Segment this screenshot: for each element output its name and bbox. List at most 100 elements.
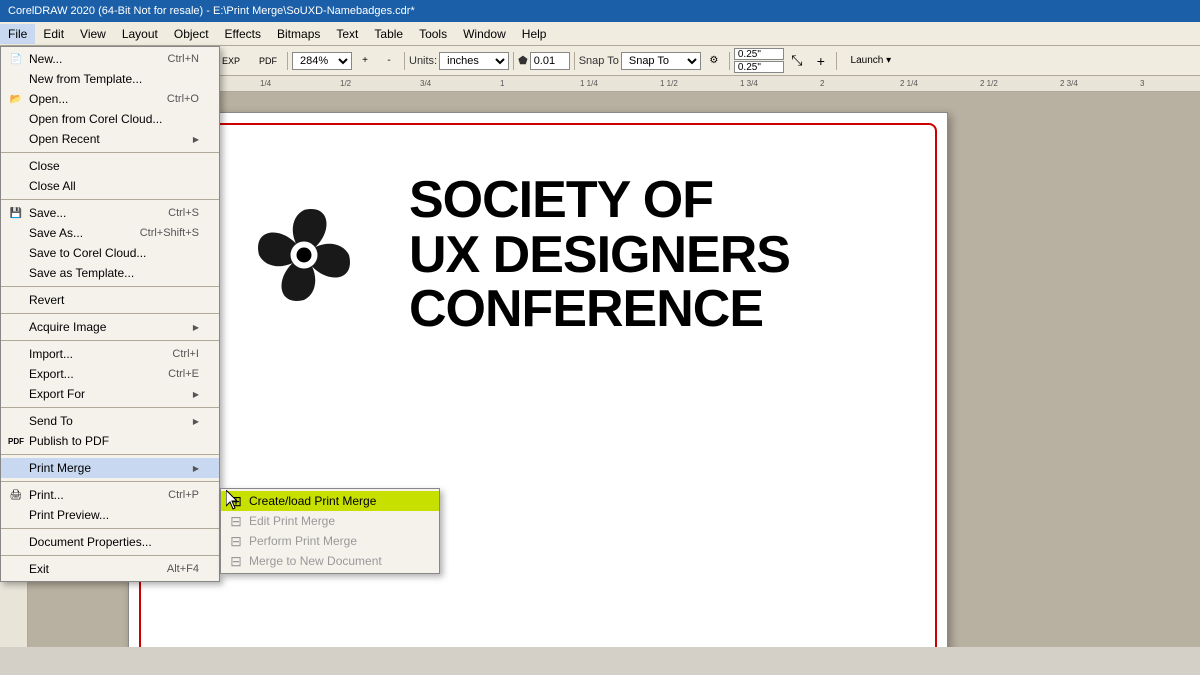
sep-1 <box>1 152 219 153</box>
menu-item-edit[interactable]: Edit <box>35 24 72 44</box>
menu-close-all-label: Close All <box>29 179 76 193</box>
merge-new-icon: ⊟ <box>227 553 245 570</box>
menu-save-template[interactable]: Save as Template... <box>1 263 219 283</box>
menu-acquire-label: Acquire Image <box>29 320 106 334</box>
gear-btn[interactable]: ⚙ <box>703 50 725 72</box>
menu-item-object[interactable]: Object <box>166 24 217 44</box>
nudge-input[interactable] <box>530 52 570 70</box>
menu-save[interactable]: 💾 Save... Ctrl+S <box>1 203 219 223</box>
edit-merge-icon: ⊟ <box>227 513 245 530</box>
menu-close-label: Close <box>29 159 60 173</box>
units-select[interactable]: inches <box>439 52 509 70</box>
menu-item-help[interactable]: Help <box>514 24 555 44</box>
menu-item-file[interactable]: File <box>0 24 35 44</box>
nudge-label: ⬟ <box>518 54 528 67</box>
units-label: Units: <box>409 55 437 67</box>
menu-item-window[interactable]: Window <box>455 24 514 44</box>
menu-save-template-label: Save as Template... <box>29 266 134 280</box>
submenu-perform-merge: ⊟ Perform Print Merge <box>221 531 439 551</box>
menu-new[interactable]: 📄 New... Ctrl+N <box>1 49 219 69</box>
open-icon: 📂 <box>7 94 25 105</box>
sep-8 <box>1 481 219 482</box>
zoom-select[interactable]: 284% <box>292 52 352 70</box>
launch-btn[interactable]: Launch ▾ <box>841 50 901 72</box>
resize-btn[interactable]: ⤡ <box>786 50 808 72</box>
title-text: CorelDRAW 2020 (64-Bit Not for resale) -… <box>8 5 415 17</box>
menu-print[interactable]: 🖨 Print... Ctrl+P <box>1 485 219 505</box>
sep7 <box>574 52 575 70</box>
sep8 <box>729 52 730 70</box>
sep-6 <box>1 407 219 408</box>
menu-print-merge[interactable]: Print Merge <box>1 458 219 478</box>
menu-import-label: Import... <box>29 347 73 361</box>
menu-save-cloud-label: Save to Corel Cloud... <box>29 246 146 260</box>
menu-item-table[interactable]: Table <box>366 24 411 44</box>
sep4 <box>287 52 288 70</box>
menu-item-effects[interactable]: Effects <box>217 24 269 44</box>
menu-export-for-label: Export For <box>29 387 85 401</box>
menu-item-view[interactable]: View <box>72 24 114 44</box>
create-load-icon: ⊞ <box>227 493 245 510</box>
menu-open-recent[interactable]: Open Recent <box>1 129 219 149</box>
sep5 <box>404 52 405 70</box>
menu-close[interactable]: Close <box>1 156 219 176</box>
sep-7 <box>1 454 219 455</box>
menu-acquire[interactable]: Acquire Image <box>1 317 219 337</box>
menu-revert[interactable]: Revert <box>1 290 219 310</box>
pdf-icon: PDF <box>7 437 25 446</box>
sep-10 <box>1 555 219 556</box>
menu-open-cloud-label: Open from Corel Cloud... <box>29 112 162 126</box>
menu-export[interactable]: Export... Ctrl+E <box>1 364 219 384</box>
print-merge-submenu: ⊞ Create/load Print Merge ⊟ Edit Print M… <box>220 488 440 574</box>
menu-exit[interactable]: Exit Alt+F4 <box>1 559 219 579</box>
menu-publish-pdf[interactable]: PDF Publish to PDF <box>1 431 219 451</box>
menu-open[interactable]: 📂 Open... Ctrl+O <box>1 89 219 109</box>
title-bar: CorelDRAW 2020 (64-Bit Not for resale) -… <box>0 0 1200 22</box>
menu-send-to[interactable]: Send To <box>1 411 219 431</box>
snap-to-label: Snap To <box>579 55 619 67</box>
menu-new-template[interactable]: New from Template... <box>1 69 219 89</box>
menu-import[interactable]: Import... Ctrl+I <box>1 344 219 364</box>
exit-shortcut: Alt+F4 <box>167 563 199 575</box>
menu-save-cloud[interactable]: Save to Corel Cloud... <box>1 243 219 263</box>
sep6 <box>513 52 514 70</box>
conference-text: SOCIETY OFUX DESIGNERSCONFERENCE <box>409 173 790 337</box>
menu-print-preview-label: Print Preview... <box>29 508 109 522</box>
save-shortcut: Ctrl+S <box>168 207 199 219</box>
y-input[interactable] <box>734 61 784 73</box>
snap-to-select[interactable]: Snap To <box>621 52 701 70</box>
sep-2 <box>1 199 219 200</box>
menu-save-as-label: Save As... <box>29 226 83 240</box>
add-btn[interactable]: + <box>810 50 832 72</box>
menu-open-cloud[interactable]: Open from Corel Cloud... <box>1 109 219 129</box>
zoom-out-btn[interactable]: - <box>378 50 400 72</box>
menu-item-bitmaps[interactable]: Bitmaps <box>269 24 328 44</box>
menu-item-text[interactable]: Text <box>328 24 366 44</box>
submenu-perform-merge-label: Perform Print Merge <box>249 534 357 548</box>
menu-doc-props-label: Document Properties... <box>29 535 152 549</box>
menu-save-as[interactable]: Save As... Ctrl+Shift+S <box>1 223 219 243</box>
sep9 <box>836 52 837 70</box>
menu-print-merge-label: Print Merge <box>29 461 91 475</box>
save-icon: 💾 <box>7 208 25 219</box>
sep-4 <box>1 313 219 314</box>
menu-open-recent-label: Open Recent <box>29 132 100 146</box>
save-as-shortcut: Ctrl+Shift+S <box>140 227 199 239</box>
perform-merge-icon: ⊟ <box>227 533 245 550</box>
zoom-in-btn[interactable]: + <box>354 50 376 72</box>
menu-close-all[interactable]: Close All <box>1 176 219 196</box>
open-shortcut: Ctrl+O <box>167 93 199 105</box>
menu-item-layout[interactable]: Layout <box>114 24 166 44</box>
submenu-merge-new-label: Merge to New Document <box>249 554 382 568</box>
menu-send-to-label: Send To <box>29 414 73 428</box>
pdf-btn[interactable]: PDF <box>253 50 283 72</box>
menu-item-tools[interactable]: Tools <box>411 24 455 44</box>
sep-3 <box>1 286 219 287</box>
menu-bar: File Edit View Layout Object Effects Bit… <box>0 22 1200 46</box>
menu-doc-props[interactable]: Document Properties... <box>1 532 219 552</box>
submenu-create-load[interactable]: ⊞ Create/load Print Merge <box>221 491 439 511</box>
menu-open-label: Open... <box>29 92 68 106</box>
menu-print-preview[interactable]: Print Preview... <box>1 505 219 525</box>
x-input[interactable] <box>734 48 784 60</box>
menu-export-for[interactable]: Export For <box>1 384 219 404</box>
